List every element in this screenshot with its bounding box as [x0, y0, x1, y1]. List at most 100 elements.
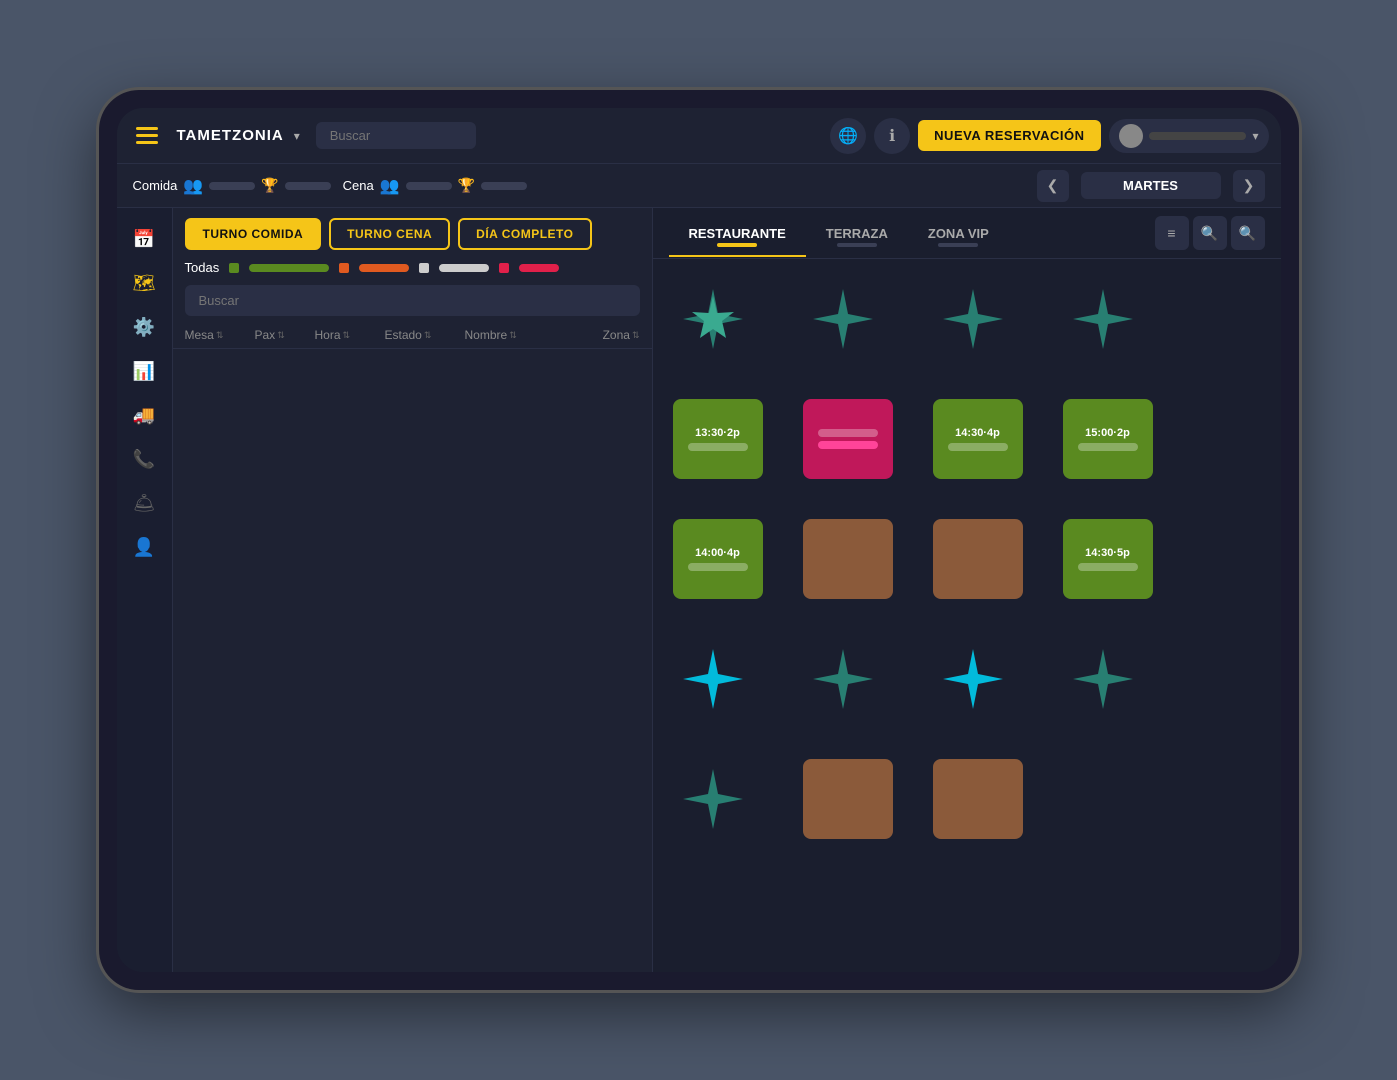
table-9[interactable]: 14:00·4p — [673, 519, 763, 599]
tab-zona-vip[interactable]: ZONA VIP — [908, 218, 1009, 257]
col-hora: Hora ⇅ — [315, 328, 385, 342]
main-content: 📅 🗺 ⚙️ 📊 🚚 📞 🛎 👤 TURNO COMIDA TURNO CENA… — [117, 208, 1281, 972]
sidebar-chart-icon[interactable]: 📊 — [125, 352, 163, 390]
comida-trophy-icon: 🏆 — [261, 177, 278, 194]
turn-buttons: TURNO COMIDA TURNO CENA DÍA COMPLETO — [173, 208, 652, 256]
right-panel: RESTAURANTE TERRAZA ZONA VIP ≡ 🔍 — [653, 208, 1281, 972]
zoom-out-button[interactable]: 🔍 — [1231, 216, 1265, 250]
cena-trophy-bar — [481, 182, 527, 190]
col-mesa: Mesa ⇅ — [185, 328, 255, 342]
table-12-time: 14:30·5p — [1085, 547, 1130, 559]
table-9-time: 14:00·4p — [695, 547, 740, 559]
table-5-time: 13:30·2p — [695, 427, 740, 439]
table-star-3[interactable] — [933, 279, 1013, 359]
table-10[interactable] — [803, 519, 893, 599]
comida-section: Comida 👥 🏆 — [133, 176, 331, 196]
prev-day-button[interactable]: ❮ — [1037, 170, 1069, 202]
zona-sort-icon[interactable]: ⇅ — [632, 330, 640, 341]
tab-terraza[interactable]: TERRAZA — [806, 218, 908, 257]
user-area: ▾ — [1109, 119, 1269, 153]
mesa-sort-icon[interactable]: ⇅ — [216, 330, 224, 341]
search-input[interactable] — [316, 122, 476, 149]
brand-name: TAMETZONIA — [177, 127, 284, 144]
table-header: Mesa ⇅ Pax ⇅ Hora ⇅ Estado ⇅ — [173, 322, 652, 349]
globe-button[interactable]: 🌐 — [830, 118, 866, 154]
estado-sort-icon[interactable]: ⇅ — [424, 330, 432, 341]
table-12-bar — [1078, 563, 1138, 571]
table-star-14[interactable] — [803, 639, 883, 719]
dia-completo-button[interactable]: DÍA COMPLETO — [458, 218, 591, 250]
table-map: 13:30·2p 14:30·4p 15:00·2p — [653, 259, 1281, 972]
filter-green-dot — [229, 263, 239, 273]
table-5[interactable]: 13:30·2p — [673, 399, 763, 479]
table-6[interactable] — [803, 399, 893, 479]
reservations-search-input[interactable] — [185, 285, 640, 316]
hora-sort-icon[interactable]: ⇅ — [343, 330, 351, 341]
turno-comida-button[interactable]: TURNO COMIDA — [185, 218, 322, 250]
table-star-13[interactable] — [673, 639, 753, 719]
filter-green-bar — [249, 264, 329, 272]
user-dropdown-icon[interactable]: ▾ — [1252, 129, 1258, 143]
nombre-sort-icon[interactable]: ⇅ — [509, 330, 517, 341]
table-5-bar — [688, 443, 748, 451]
screen: TAMETZONIA ▾ 🌐 ℹ NUEVA RESERVACIÓN ▾ Com… — [117, 108, 1281, 972]
col-estado: Estado ⇅ — [385, 328, 465, 342]
sidebar-delivery-icon[interactable]: 🚚 — [125, 396, 163, 434]
reservations-table-body — [173, 349, 652, 972]
comida-pax-bar — [209, 182, 255, 190]
menu-icon[interactable] — [129, 118, 165, 154]
table-star-2[interactable] — [803, 279, 883, 359]
zoom-in-button[interactable]: 🔍 — [1193, 216, 1227, 250]
day-label: MARTES — [1081, 172, 1221, 199]
tab-restaurante[interactable]: RESTAURANTE — [669, 218, 806, 257]
nueva-reservacion-button[interactable]: NUEVA RESERVACIÓN — [918, 120, 1100, 151]
table-7-time: 14:30·4p — [955, 427, 1000, 439]
info-button[interactable]: ℹ — [874, 118, 910, 154]
left-panel: TURNO COMIDA TURNO CENA DÍA COMPLETO Tod… — [173, 208, 653, 972]
table-8[interactable]: 15:00·2p — [1063, 399, 1153, 479]
filter-red-bar — [519, 264, 559, 272]
table-7[interactable]: 14:30·4p — [933, 399, 1023, 479]
sidebar-guests-icon[interactable]: 👤 — [125, 528, 163, 566]
avatar — [1119, 124, 1143, 148]
sidebar-phone-icon[interactable]: 📞 — [125, 440, 163, 478]
filter-gray-dot — [419, 263, 429, 273]
filter-gray-bar — [439, 264, 489, 272]
cena-label: Cena — [343, 178, 374, 193]
sidebar: 📅 🗺 ⚙️ 📊 🚚 📞 🛎 👤 — [117, 208, 173, 972]
col-pax: Pax ⇅ — [255, 328, 315, 342]
cena-section: Cena 👥 🏆 — [343, 176, 527, 196]
table-18[interactable] — [803, 759, 893, 839]
list-view-button[interactable]: ≡ — [1155, 216, 1189, 250]
sidebar-orders-icon[interactable]: 🛎 — [125, 484, 163, 522]
table-8-time: 15:00·2p — [1085, 427, 1130, 439]
table-star-1[interactable] — [673, 279, 753, 359]
device-frame: TAMETZONIA ▾ 🌐 ℹ NUEVA RESERVACIÓN ▾ Com… — [99, 90, 1299, 990]
brand-dropdown-icon[interactable]: ▾ — [294, 129, 300, 143]
col-zona: Zona ⇅ — [565, 328, 640, 342]
table-12[interactable]: 14:30·5p — [1063, 519, 1153, 599]
pax-sort-icon[interactable]: ⇅ — [277, 330, 285, 341]
table-8-bar — [1078, 443, 1138, 451]
table-star-17[interactable] — [673, 759, 753, 839]
filter-orange-bar — [359, 264, 409, 272]
next-day-button[interactable]: ❯ — [1233, 170, 1265, 202]
filter-row: Todas — [173, 256, 652, 279]
table-star-15[interactable] — [933, 639, 1013, 719]
sidebar-map-icon[interactable]: 🗺 — [125, 264, 163, 302]
comida-people-icon: 👥 — [183, 176, 203, 196]
table-6-pink-bar — [818, 441, 878, 449]
sidebar-settings-icon[interactable]: ⚙️ — [125, 308, 163, 346]
sidebar-calendar-icon[interactable]: 📅 — [125, 220, 163, 258]
table-star-16[interactable] — [1063, 639, 1143, 719]
table-star-4[interactable] — [1063, 279, 1143, 359]
table-11[interactable] — [933, 519, 1023, 599]
sub-header: Comida 👥 🏆 Cena 👥 🏆 ❮ MARTES ❯ — [117, 164, 1281, 208]
todas-label: Todas — [185, 260, 220, 275]
filter-orange-dot — [339, 263, 349, 273]
table-19[interactable] — [933, 759, 1023, 839]
comida-label: Comida — [133, 178, 178, 193]
turno-cena-button[interactable]: TURNO CENA — [329, 218, 450, 250]
comida-trophy-bar — [285, 182, 331, 190]
cena-pax-bar — [406, 182, 452, 190]
